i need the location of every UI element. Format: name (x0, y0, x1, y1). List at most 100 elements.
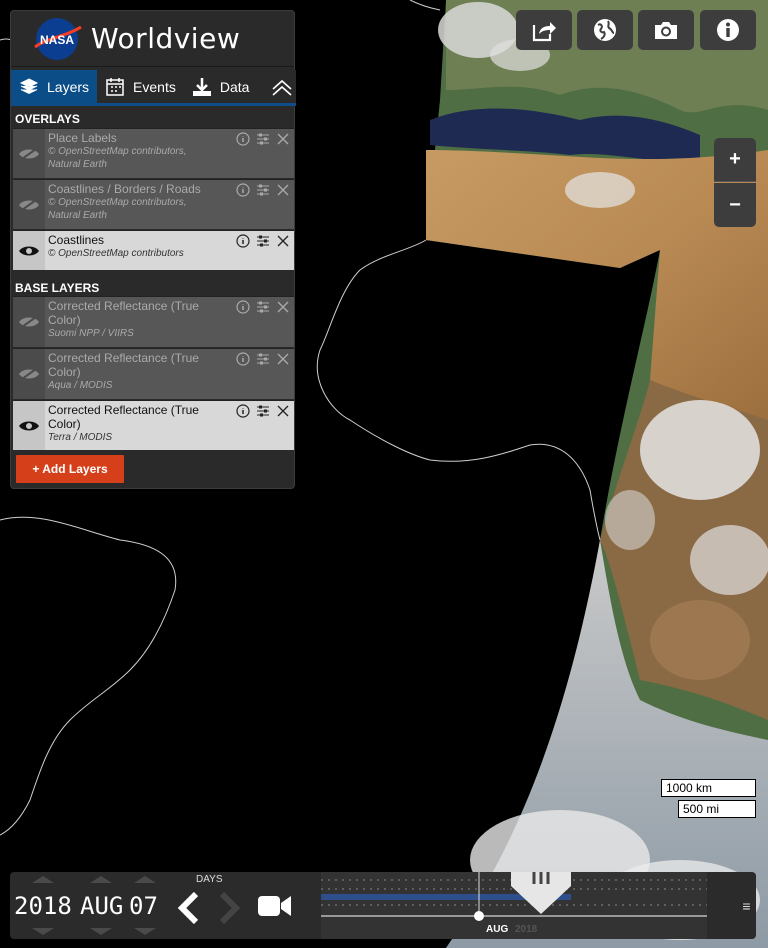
remove-icon[interactable] (276, 132, 290, 146)
layer-attribution: © OpenStreetMap contributors, (48, 146, 187, 157)
layer-sidebar: NASA Worldview Layers Events Data OVERLA… (10, 10, 296, 489)
visibility-toggle[interactable] (13, 349, 45, 399)
visibility-toggle[interactable] (13, 297, 45, 347)
overlays-heading: OVERLAYS (15, 112, 80, 126)
nasa-wordmark: NASA (40, 33, 74, 47)
year-up-arrow[interactable] (32, 876, 54, 883)
zoom-in-button[interactable]: + (714, 138, 756, 182)
video-camera-icon (258, 896, 291, 916)
settings-sliders-icon[interactable] (256, 132, 270, 146)
layer-attribution-2: Natural Earth (48, 159, 107, 170)
tab-layers[interactable]: Layers (11, 70, 98, 103)
eye-icon (19, 421, 39, 430)
layer-viirs-true-color[interactable]: Corrected Reflectance (True Color) Suomi… (13, 296, 294, 347)
settings-sliders-icon[interactable] (256, 300, 270, 314)
layer-coastlines[interactable]: Coastlines © OpenStreetMap contributors (13, 230, 294, 270)
next-day-button[interactable] (216, 892, 244, 924)
tab-data-label: Data (219, 78, 250, 95)
share-button[interactable] (516, 10, 572, 50)
layer-attribution: © OpenStreetMap contributors (48, 248, 184, 259)
chevron-up-icon (272, 79, 292, 96)
info-circle-icon (717, 19, 739, 41)
info-button[interactable] (700, 10, 756, 50)
month-down-arrow[interactable] (90, 928, 112, 935)
layer-name: Coastlines / Borders / Roads (48, 182, 201, 196)
layer-attribution-2: Natural Earth (48, 210, 107, 221)
month-up-arrow[interactable] (90, 876, 112, 883)
add-layers-button[interactable]: + Add Layers (16, 455, 124, 483)
projection-button[interactable] (577, 10, 633, 50)
layer-coastlines-borders-roads[interactable]: Coastlines / Borders / Roads © OpenStree… (13, 179, 294, 229)
date-day[interactable]: 07 (129, 892, 158, 920)
remove-icon[interactable] (276, 183, 290, 197)
download-icon (192, 77, 211, 96)
chevron-right-icon (219, 892, 241, 924)
info-icon[interactable] (236, 352, 250, 366)
layer-name: Coastlines (48, 233, 105, 247)
date-month[interactable]: AUG (80, 892, 123, 920)
current-date-marker (474, 911, 484, 921)
info-icon[interactable] (236, 132, 250, 146)
layer-name: Corrected Reflectance (True Color) (48, 403, 199, 431)
tab-data[interactable]: Data (184, 70, 258, 103)
zoom-out-button[interactable]: − (714, 183, 756, 227)
layer-name: Place Labels (48, 131, 117, 145)
layer-name: Corrected Reflectance (True Color) (48, 299, 199, 327)
timeline-drag-handle[interactable] (511, 858, 571, 914)
eye-hidden-icon (19, 198, 39, 211)
layer-source: Aqua / MODIS (48, 380, 113, 391)
settings-sliders-icon[interactable] (256, 404, 270, 418)
app-title: Worldview (91, 22, 241, 55)
eye-hidden-icon (19, 147, 39, 160)
scale-bar-km: 1000 km (661, 779, 756, 797)
animation-button[interactable] (257, 893, 293, 919)
tab-layers-label: Layers (47, 78, 90, 95)
eye-hidden-icon (19, 368, 39, 380)
previous-day-button[interactable] (174, 892, 202, 924)
info-icon[interactable] (236, 234, 250, 248)
info-icon[interactable] (236, 300, 250, 314)
remove-icon[interactable] (276, 234, 290, 248)
visibility-toggle[interactable] (13, 180, 45, 229)
visibility-toggle[interactable] (13, 231, 45, 270)
layer-source: Suomi NPP / VIIRS (48, 328, 134, 339)
collapse-sidebar-button[interactable] (264, 70, 296, 103)
tab-events[interactable]: Events (97, 70, 184, 103)
settings-sliders-icon[interactable] (256, 352, 270, 366)
layer-terra-modis-true-color[interactable]: Corrected Reflectance (True Color) Terra… (13, 400, 294, 450)
day-up-arrow[interactable] (134, 876, 156, 883)
remove-icon[interactable] (276, 300, 290, 314)
snapshot-button[interactable] (638, 10, 694, 50)
eye-icon (19, 246, 39, 255)
visibility-toggle[interactable] (13, 129, 45, 178)
chevron-left-icon (177, 892, 199, 924)
globe-icon (594, 19, 616, 41)
timeline-menu-button[interactable]: ≡ (737, 872, 756, 939)
interval-label[interactable]: DAYS (196, 874, 223, 885)
date-year[interactable]: 2018 (14, 892, 72, 920)
scale-bar-mi: 500 mi (678, 800, 756, 818)
year-down-arrow[interactable] (32, 928, 54, 935)
share-icon (532, 22, 556, 42)
layers-icon (19, 77, 39, 94)
info-icon[interactable] (236, 404, 250, 418)
visibility-toggle[interactable] (13, 401, 45, 450)
layer-source: Terra / MODIS (48, 432, 113, 443)
day-down-arrow[interactable] (134, 928, 156, 935)
camera-icon (655, 22, 677, 39)
brand-header: NASA Worldview (11, 11, 294, 67)
settings-sliders-icon[interactable] (256, 234, 270, 248)
sidebar-tabs: Layers Events Data (11, 70, 296, 106)
layer-place-labels[interactable]: Place Labels © OpenStreetMap contributor… (13, 128, 294, 178)
layer-attribution: © OpenStreetMap contributors, (48, 197, 187, 208)
info-icon[interactable] (236, 183, 250, 197)
nasa-logo[interactable]: NASA (29, 17, 85, 61)
remove-icon[interactable] (276, 352, 290, 366)
remove-icon[interactable] (276, 404, 290, 418)
timeline-axis[interactable]: AUG 2018 (321, 858, 707, 939)
layer-aqua-modis-true-color[interactable]: Corrected Reflectance (True Color) Aqua … (13, 348, 294, 399)
settings-sliders-icon[interactable] (256, 183, 270, 197)
tab-events-label: Events (133, 78, 176, 95)
worldview-app: NASA Worldview Layers Events Data OVERLA… (0, 0, 768, 948)
layer-name: Corrected Reflectance (True Color) (48, 351, 199, 379)
